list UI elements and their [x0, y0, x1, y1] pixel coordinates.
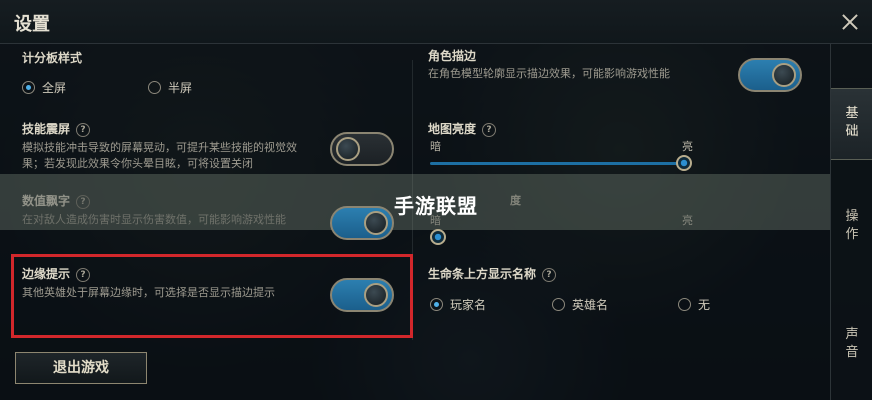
banner-text: 手游联盟 — [394, 194, 478, 218]
radio-hero-name-label: 英雄名 — [572, 298, 609, 312]
char-outline-toggle[interactable] — [738, 58, 802, 92]
tab-basic-label-top: 基 — [845, 106, 859, 121]
char-outline-setting: 角色描边 在角色模型轮廓显示描边效果，可能影响游戏性能 — [428, 47, 670, 82]
help-icon[interactable]: ? — [482, 123, 497, 137]
radio-player-name-label: 玩家名 — [450, 298, 487, 312]
brightness2-slider-knob[interactable] — [430, 229, 446, 245]
radio-hero-name[interactable]: 英雄名 — [552, 296, 608, 313]
highlight-box — [11, 254, 413, 338]
brightness-slider-track[interactable] — [430, 162, 684, 165]
radio-dot-icon — [22, 81, 35, 94]
tab-basic[interactable]: 基 础 — [831, 88, 872, 160]
radio-fullscreen[interactable]: 全屏 — [22, 79, 66, 96]
tab-sound-label-bottom: 音 — [845, 345, 859, 360]
toggle-knob — [336, 137, 360, 161]
brightness-min-label: 暗 — [430, 140, 441, 153]
skill-shake-title: 技能震屏 — [22, 122, 71, 136]
skill-shake-desc-line2: 果；若发现此效果令你头晕目眩，可将设置关闭 — [22, 157, 253, 170]
brightness-max-label: 亮 — [682, 140, 693, 153]
exit-game-button[interactable]: 退出游戏 — [15, 352, 147, 384]
radio-none-label: 无 — [698, 298, 711, 312]
radio-halfscreen[interactable]: 半屏 — [148, 79, 192, 96]
radio-dot-icon — [430, 298, 443, 311]
tab-sound[interactable]: 声 音 — [831, 326, 872, 370]
radio-dot-icon — [148, 81, 161, 94]
map-brightness-setting: 地图亮度? — [428, 120, 497, 137]
radio-fullscreen-label: 全屏 — [42, 81, 67, 95]
scoreboard-style-title: 计分板样式 — [22, 51, 83, 65]
char-outline-title: 角色描边 — [428, 49, 477, 63]
radio-halfscreen-label: 半屏 — [168, 81, 193, 95]
skill-shake-setting: 技能震屏? 模拟技能冲击导致的屏幕晃动，可提升某些技能的视觉效 果；若发现此效果… — [22, 120, 297, 172]
close-icon[interactable] — [840, 12, 860, 32]
radio-player-name[interactable]: 玩家名 — [430, 296, 486, 313]
page-title: 设置 — [14, 14, 50, 35]
toggle-knob — [772, 63, 796, 87]
tab-basic-label-bottom: 础 — [845, 124, 859, 139]
radio-none[interactable]: 无 — [678, 296, 710, 313]
map-brightness-title: 地图亮度 — [428, 122, 477, 136]
radio-dot-icon — [552, 298, 565, 311]
help-icon[interactable]: ? — [542, 268, 557, 282]
health-bar-name-setting: 生命条上方显示名称? — [428, 265, 557, 282]
brightness-slider-knob[interactable] — [676, 155, 692, 171]
settings-tabs: 基 础 操 作 声 音 — [830, 44, 872, 400]
char-outline-desc: 在角色模型轮廓显示描边效果，可能影响游戏性能 — [428, 67, 670, 80]
help-icon[interactable]: ? — [76, 123, 91, 137]
radio-dot-icon — [678, 298, 691, 311]
tab-controls-label-bottom: 作 — [845, 227, 859, 242]
tab-sound-label-top: 声 — [845, 327, 859, 342]
scoreboard-style-setting: 计分板样式 — [22, 47, 82, 66]
settings-header: 设置 — [0, 0, 872, 44]
health-bar-name-title: 生命条上方显示名称 — [428, 267, 537, 281]
skill-shake-toggle[interactable] — [330, 132, 394, 166]
skill-shake-desc-line1: 模拟技能冲击导致的屏幕晃动，可提升某些技能的视觉效 — [22, 141, 297, 154]
